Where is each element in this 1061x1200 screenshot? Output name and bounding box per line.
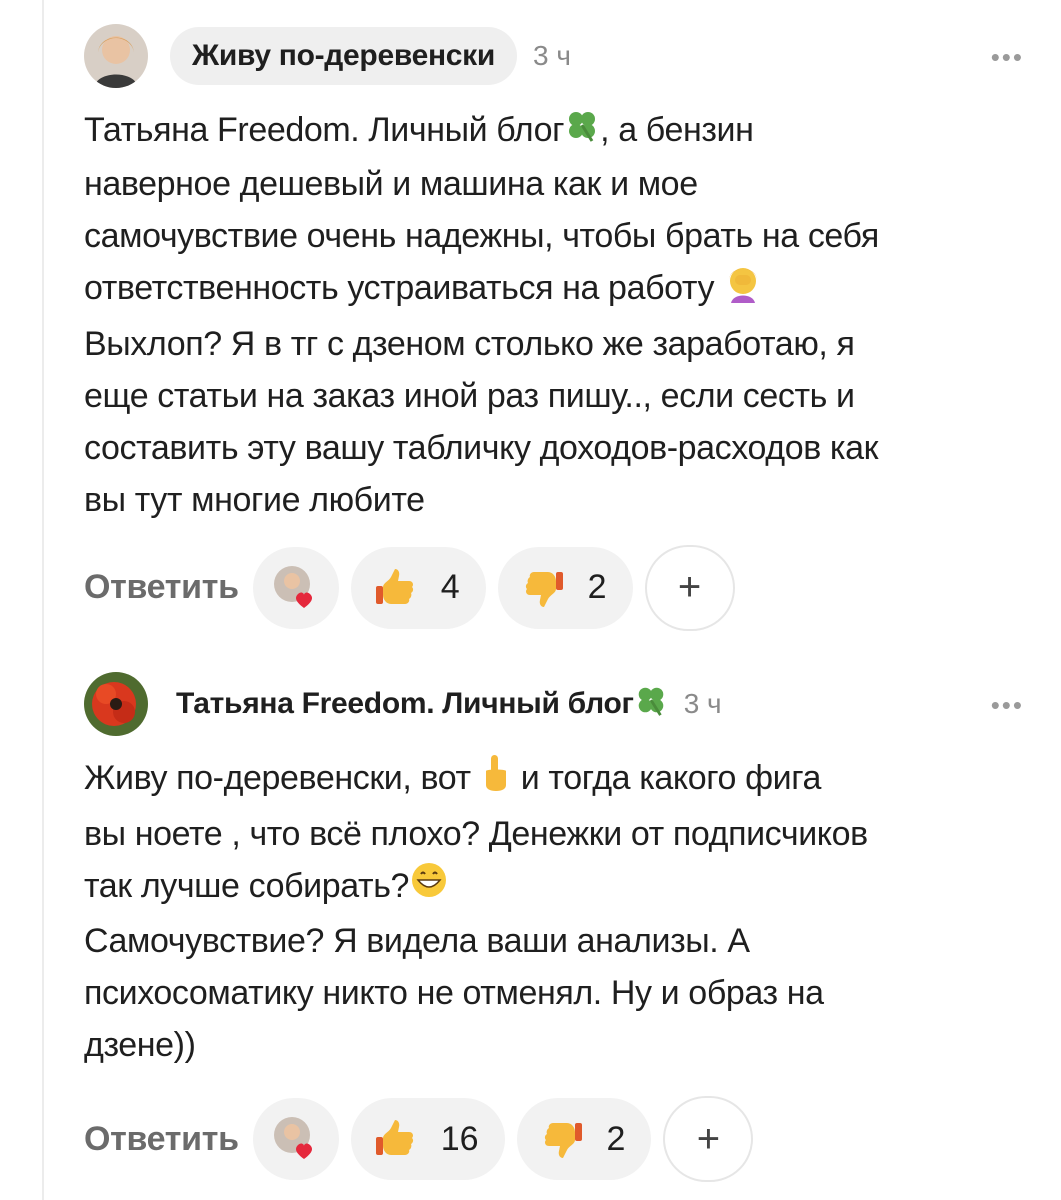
author-name[interactable]: Татьяна Freedom. Личный блог	[176, 683, 668, 725]
comment-text-part: Выхлоп? Я в тг с дзеном столько же зараб…	[84, 324, 879, 519]
thumbs-up-icon	[375, 1120, 413, 1156]
like-button[interactable]: 4	[350, 546, 486, 629]
author-name-text: Татьяна Freedom. Личный блог	[176, 687, 634, 720]
dislike-button[interactable]: 2	[516, 1098, 652, 1181]
heart-icon	[273, 565, 312, 608]
like-count: 16	[440, 1119, 479, 1158]
comment: Татьяна Freedom. Личный блог 3 ч ••• Жив…	[84, 672, 1024, 1183]
reply-button[interactable]: Ответить	[84, 568, 239, 607]
comment-text-part: Живу по-деревенски, вот	[84, 759, 480, 797]
author-heart-button[interactable]	[252, 546, 339, 629]
comment-header: Живу по-деревенски 3 ч •••	[84, 24, 1024, 88]
grin-emoji	[409, 860, 449, 915]
thumbs-down-icon	[525, 571, 563, 607]
more-options-icon[interactable]: •••	[991, 690, 1024, 721]
author-name[interactable]: Живу по-деревенски	[170, 27, 518, 85]
comment-text: Живу по-деревенски, вот и тогда какого ф…	[84, 752, 1024, 1071]
like-button[interactable]: 16	[350, 1098, 505, 1181]
pointing-up-emoji	[480, 753, 512, 808]
thumbs-down-icon	[544, 1123, 582, 1159]
dislike-button[interactable]: 2	[497, 546, 633, 629]
comment-text-part: Самочувствие? Я видела ваши анализы. А п…	[84, 922, 824, 1065]
clover-icon	[564, 106, 600, 158]
author-heart-button[interactable]	[252, 1098, 339, 1181]
comment-text: Татьяна Freedom. Личный блог, а бензин н…	[84, 104, 1024, 526]
dislike-count: 2	[606, 1119, 626, 1158]
thread-line	[42, 0, 44, 1200]
facepalm-emoji	[723, 263, 763, 318]
thumbs-up-icon	[375, 568, 413, 604]
avatar[interactable]	[84, 24, 148, 88]
add-reaction-button[interactable]: +	[663, 1096, 754, 1183]
like-count: 4	[440, 568, 460, 607]
comment-actions: Ответить 16 2 +	[84, 1096, 1024, 1183]
reply-button[interactable]: Ответить	[84, 1120, 239, 1159]
more-options-icon[interactable]: •••	[991, 42, 1024, 73]
add-reaction-button[interactable]: +	[644, 544, 735, 631]
comment-time: 3 ч	[533, 40, 571, 71]
comments-page: Живу по-деревенски 3 ч ••• Татьяна Freed…	[0, 0, 1061, 1200]
comment-time: 3 ч	[683, 688, 722, 719]
dislike-count: 2	[587, 568, 607, 607]
heart-icon	[273, 1117, 312, 1160]
avatar[interactable]	[84, 672, 148, 736]
clover-icon	[634, 683, 668, 725]
comment-text-part: Татьяна Freedom. Личный блог	[84, 111, 565, 149]
comment-header: Татьяна Freedom. Личный блог 3 ч •••	[84, 672, 1024, 736]
comment-actions: Ответить 4 2 +	[84, 544, 1024, 631]
comment: Живу по-деревенски 3 ч ••• Татьяна Freed…	[84, 24, 1024, 631]
